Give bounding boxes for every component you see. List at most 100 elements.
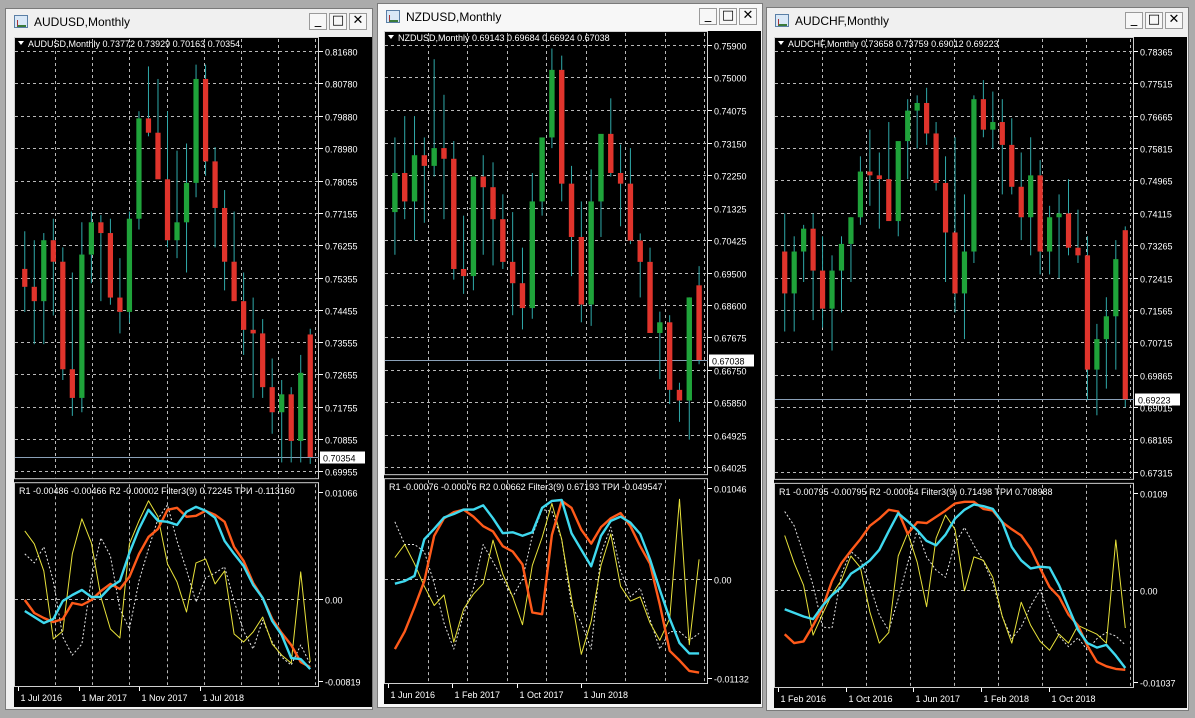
price-panel-header: AUDCHF,Monthly 0.73658 0.73759 0.69012 0… [788, 39, 999, 49]
price-axis-label: 0.77155 [325, 210, 358, 220]
time-axis-label: 1 Nov 2017 [142, 693, 188, 703]
chart-area[interactable]: 0.78365 0.77515 0.76665 0.75815 0.74965 0.741… [774, 37, 1187, 708]
price-axis-label: 0.77515 [1140, 80, 1173, 90]
indicator-axis-label: -0.01037 [1140, 679, 1176, 689]
price-axis-label: 0.76665 [1140, 113, 1173, 123]
candle-body [637, 240, 643, 262]
time-axis-label: 1 Oct 2016 [849, 694, 893, 704]
window-titlebar[interactable]: NZDUSD,Monthly _ □ ✕ [378, 4, 762, 30]
chart-window-nzdusd[interactable]: NZDUSD,Monthly _ □ ✕ 0.75900 0.75000 0.740… [377, 3, 763, 708]
candle-body [60, 261, 66, 370]
price-axis-label: 0.69955 [325, 468, 358, 478]
candle-body [791, 251, 797, 294]
candle-body [470, 176, 477, 277]
maximize-button[interactable]: □ [329, 13, 347, 30]
candle-body [952, 232, 958, 294]
candle-body [88, 222, 94, 255]
candle-body [202, 78, 209, 162]
window-titlebar[interactable]: AUDUSD,Monthly _ □ ✕ [6, 9, 372, 35]
chart-window-audchf[interactable]: AUDCHF,Monthly _ □ ✕ 0.78365 0.77515 0.766… [766, 7, 1189, 711]
price-axis-label: 0.75355 [325, 275, 358, 285]
price-axis-label: 0.64925 [714, 432, 747, 442]
window-title: AUDUSD,Monthly [34, 15, 131, 29]
price-axis-label: 0.70855 [325, 436, 358, 446]
price-axis-label: 0.65850 [714, 399, 747, 409]
candle-body [480, 176, 486, 188]
indicator-axis-label: 0.01046 [714, 485, 747, 495]
candle-body [1075, 247, 1081, 256]
candle-body [98, 222, 104, 234]
window-titlebar[interactable]: AUDCHF,Monthly _ □ ✕ [767, 8, 1188, 34]
close-button[interactable]: ✕ [1165, 12, 1183, 29]
candle-body [490, 187, 496, 220]
candle-body [1113, 259, 1119, 317]
close-button[interactable]: ✕ [349, 13, 367, 30]
minimize-button[interactable]: _ [699, 8, 717, 25]
window-title: AUDCHF,Monthly [795, 14, 890, 28]
candle-body [288, 394, 294, 441]
indicator-panel-header: R1 -0.00076 -0.00076 R2 0.00662 Filter3(… [389, 482, 663, 492]
candle-body [980, 99, 986, 130]
time-axis-label: 1 Feb 2018 [984, 694, 1030, 704]
indicator-axis-label: 0.01066 [325, 489, 358, 499]
candle-body [117, 297, 123, 312]
price-axis-label: 0.69500 [714, 270, 747, 280]
candle-body [183, 182, 190, 223]
chart-window-icon [14, 15, 28, 28]
price-axis-label: 0.74965 [1140, 177, 1173, 187]
candle-body [1094, 339, 1100, 370]
candle-body [801, 228, 807, 252]
candle-body [647, 261, 653, 333]
candle-body [961, 251, 968, 294]
candle-body [392, 172, 398, 213]
time-axis-label: 1 Jun 2017 [916, 694, 961, 704]
maximize-button[interactable]: □ [719, 8, 737, 25]
candle-body [136, 118, 142, 219]
candle-body [819, 270, 826, 309]
time-axis-label: 1 Jun 2018 [584, 690, 629, 700]
chart-area[interactable]: 0.81680 0.80780 0.79880 0.78980 0.78055 0.771… [14, 37, 372, 707]
candle-body [1028, 175, 1034, 218]
minimize-button[interactable]: _ [1125, 12, 1143, 29]
current-price-label: 0.69223 [1138, 396, 1171, 406]
candle-body [41, 240, 47, 302]
candle-body [509, 261, 516, 284]
candle-body [1084, 255, 1091, 370]
candle-body [22, 268, 28, 287]
candle-body [402, 172, 408, 202]
candle-body [1065, 213, 1072, 248]
candle-body [250, 329, 256, 334]
candle-body [1103, 316, 1109, 340]
candle-body [539, 137, 545, 202]
price-axis-label: 0.78365 [1140, 48, 1173, 58]
price-axis-label: 0.71565 [1140, 307, 1173, 317]
chart-window-icon [386, 10, 400, 23]
chart-window-audusd[interactable]: AUDUSD,Monthly _ □ ✕ 0.81680 0.80780 0.798… [5, 8, 373, 710]
candle-body [279, 394, 285, 413]
candle-body [241, 301, 247, 330]
price-axis-label: 0.79880 [325, 113, 358, 123]
price-axis-label: 0.81680 [325, 48, 358, 58]
candle-body [31, 286, 37, 302]
chart-area[interactable]: 0.75900 0.75000 0.74075 0.73150 0.72250 0.713… [384, 31, 761, 704]
price-axis-label: 0.71325 [714, 205, 747, 215]
candle-body [676, 389, 683, 401]
minimize-button[interactable]: _ [309, 13, 327, 30]
candle-body [617, 172, 624, 184]
candle-body [598, 133, 604, 202]
price-axis-label: 0.64025 [714, 464, 747, 474]
indicator-panel-header: R1 -0.00795 -0.00795 R2 -0.00054 Filter3… [779, 487, 1053, 497]
candle-body [666, 322, 673, 390]
candle-body [69, 369, 75, 398]
candle-body [126, 218, 133, 312]
candle-body [990, 122, 996, 130]
candle-body [529, 201, 535, 309]
close-button[interactable]: ✕ [739, 8, 757, 25]
maximize-button[interactable]: □ [1145, 12, 1163, 29]
candle-body [107, 233, 114, 298]
indicator-axis-label: -0.00819 [325, 678, 361, 688]
candle-body [431, 148, 437, 166]
candle-body [549, 69, 555, 138]
price-axis-label: 0.70715 [1140, 339, 1173, 349]
candle-body [810, 228, 816, 271]
